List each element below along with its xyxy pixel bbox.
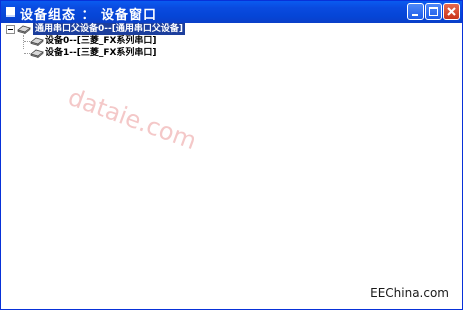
close-button[interactable] [443,3,460,20]
maximize-icon [429,7,438,16]
tree-node-device-1[interactable]: 设备1--[三菱_FX系列串口] [24,47,224,59]
device-window: 设备组态 ： 设备窗口 dataie.com 通用串口父设备0--[通用串口父设… [0,0,463,310]
maximize-button[interactable] [425,3,442,20]
tree-node-device-0[interactable]: 设备0--[三菱_FX系列串口] [24,35,224,47]
device-icon [30,37,44,46]
tree-node-label[interactable]: 设备0--[三菱_FX系列串口] [45,35,157,47]
minimize-icon [412,14,418,16]
site-logo: EEChina.com [370,286,449,300]
device-icon [17,25,31,34]
tree-node-label[interactable]: 通用串口父设备0--[通用串口父设备] [33,23,185,35]
tree-node-root[interactable]: 通用串口父设备0--[通用串口父设备] [6,23,206,35]
window-icon[interactable] [6,7,15,17]
title-bar[interactable]: 设备组态 ： 设备窗口 [1,1,462,23]
collapse-toggle-icon[interactable] [6,25,15,34]
window-title: 设备组态 ： 设备窗口 [20,8,158,23]
device-tree-panel: dataie.com 通用串口父设备0--[通用串口父设备] 设备0--[三菱_… [4,23,459,306]
tree-node-label[interactable]: 设备1--[三菱_FX系列串口] [45,47,157,59]
close-icon [447,7,456,16]
watermark: dataie.com [64,83,201,156]
minimize-button[interactable] [407,3,424,20]
device-icon [30,49,44,58]
